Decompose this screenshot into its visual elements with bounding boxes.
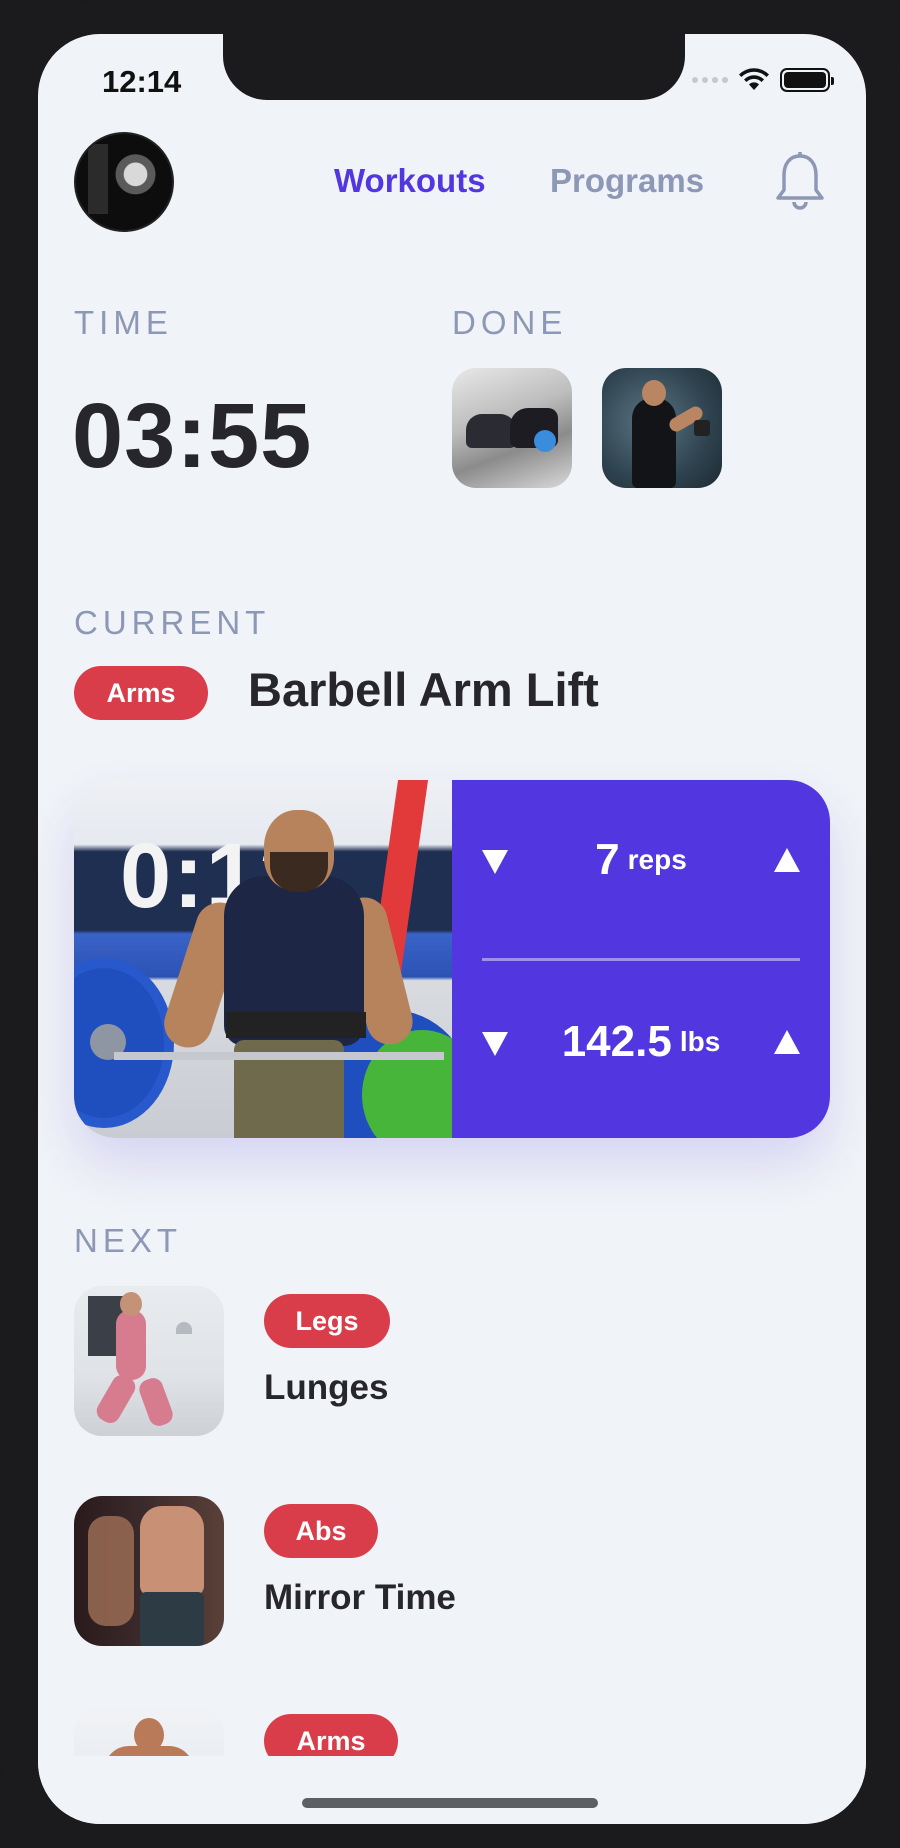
decrease-weight-button[interactable] (482, 1032, 508, 1056)
stats-divider (482, 958, 800, 961)
next-item-name[interactable]: Lunges (264, 1368, 388, 1408)
workout-timer: 03:55 (72, 385, 313, 487)
current-exercise-card: 0:12 7 reps 142.5 lbs (74, 780, 830, 1138)
user-avatar[interactable] (74, 132, 174, 232)
device-notch (223, 34, 685, 100)
reps-row: 7 reps (452, 830, 830, 890)
increase-reps-button[interactable] (774, 848, 800, 872)
weight-row: 142.5 lbs (452, 1012, 830, 1072)
reps-value: 7 (595, 835, 620, 884)
next-item-name[interactable]: Mirror Time (264, 1578, 456, 1618)
next-label: NEXT (74, 1222, 183, 1259)
done-workout-thumbnail-1[interactable] (452, 368, 572, 488)
tab-workouts[interactable]: Workouts (334, 162, 486, 200)
bell-icon[interactable] (774, 150, 826, 212)
next-item-thumbnail-lunges[interactable] (74, 1286, 224, 1436)
cellular-signal-icon (692, 77, 728, 83)
current-category-tag: Arms (74, 666, 208, 720)
current-exercise-title: Barbell Arm Lift (248, 663, 599, 716)
phone-frame: 12:14 Workouts Programs TIME 03:55 DONE (0, 0, 900, 1848)
weight-unit: lbs (679, 1026, 721, 1057)
next-item-tag: Legs (264, 1294, 390, 1348)
next-item-thumbnail-abs[interactable] (74, 1496, 224, 1646)
reps-unit: reps (627, 844, 687, 875)
done-label: DONE (452, 304, 568, 341)
status-bar-icons (692, 68, 834, 92)
app-screen: 12:14 Workouts Programs TIME 03:55 DONE (38, 34, 866, 1824)
bottom-safe-area (38, 1756, 866, 1824)
decrease-reps-button[interactable] (482, 850, 508, 874)
home-indicator[interactable] (302, 1798, 598, 1808)
exercise-stats-panel: 7 reps 142.5 lbs (452, 780, 830, 1138)
tab-programs[interactable]: Programs (550, 162, 704, 200)
wifi-icon (739, 68, 769, 90)
time-label: TIME (74, 304, 173, 341)
done-workout-thumbnail-2[interactable] (602, 368, 722, 488)
status-bar-time: 12:14 (102, 64, 182, 99)
next-item-tag: Abs (264, 1504, 378, 1558)
current-label: CURRENT (74, 604, 271, 641)
weight-value: 142.5 (561, 1017, 672, 1066)
battery-icon (780, 68, 834, 92)
increase-weight-button[interactable] (774, 1030, 800, 1054)
exercise-photo: 0:12 (74, 780, 452, 1138)
